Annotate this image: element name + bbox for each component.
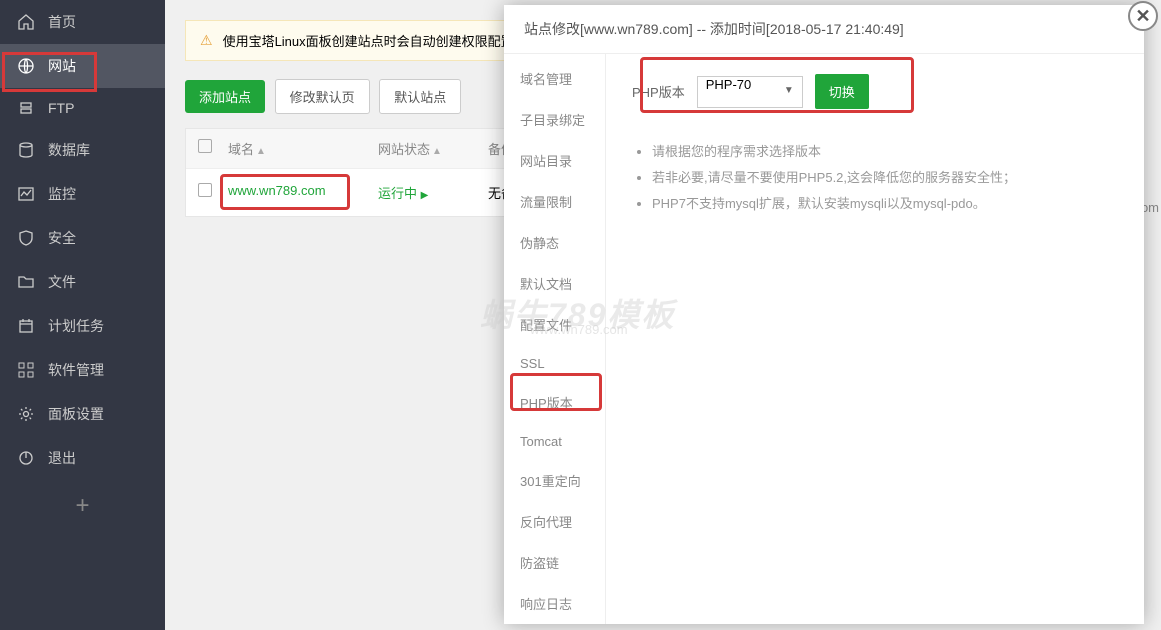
tab-traffic[interactable]: 流量限制 xyxy=(504,181,605,222)
domain-link[interactable]: www.wn789.com xyxy=(228,183,378,202)
header-domain[interactable]: 域名 xyxy=(228,142,254,157)
tab-ssl[interactable]: SSL xyxy=(504,345,605,382)
sort-icon: ▲ xyxy=(432,146,442,157)
folder-icon xyxy=(18,274,34,290)
ftp-icon xyxy=(18,100,34,116)
sidebar-item-label: 计划任务 xyxy=(48,316,104,336)
alert-text: 使用宝塔Linux面板创建站点时会自动创建权限配置 xyxy=(223,31,514,50)
sidebar: 首页 网站 FTP 数据库 监控 安全 文件 计划任务 软件管理 面板设置 退出… xyxy=(0,0,165,630)
sidebar-item-label: 安全 xyxy=(48,228,76,248)
tab-proxy[interactable]: 反向代理 xyxy=(504,501,605,542)
sidebar-item-website[interactable]: 网站 xyxy=(0,44,165,88)
grid-icon xyxy=(18,362,34,378)
sidebar-item-label: 退出 xyxy=(48,448,76,468)
monitor-icon xyxy=(18,186,34,202)
sidebar-item-database[interactable]: 数据库 xyxy=(0,128,165,172)
sidebar-item-files[interactable]: 文件 xyxy=(0,260,165,304)
gear-icon xyxy=(18,406,34,422)
tip-item: PHP7不支持mysql扩展，默认安装mysqli以及mysql-pdo。 xyxy=(652,191,1118,217)
tab-rewrite[interactable]: 伪静态 xyxy=(504,222,605,263)
tip-item: 若非必要,请尽量不要使用PHP5.2,这会降低您的服务器安全性； xyxy=(652,165,1118,191)
tab-log[interactable]: 响应日志 xyxy=(504,583,605,624)
select-all-checkbox[interactable] xyxy=(198,139,212,153)
tab-hotlink[interactable]: 防盗链 xyxy=(504,542,605,583)
php-version-select[interactable]: PHP-70 xyxy=(697,76,803,108)
modal-title: 站点修改[www.wn789.com] -- 添加时间[2018-05-17 2… xyxy=(504,5,1144,54)
sidebar-item-cron[interactable]: 计划任务 xyxy=(0,304,165,348)
sort-icon: ▲ xyxy=(256,146,266,157)
warning-icon: ⚠ xyxy=(200,32,213,49)
sidebar-item-ftp[interactable]: FTP xyxy=(0,88,165,128)
tips-list: 请根据您的程序需求选择版本 若非必要,请尽量不要使用PHP5.2,这会降低您的服… xyxy=(632,139,1118,217)
sidebar-item-logout[interactable]: 退出 xyxy=(0,436,165,480)
sidebar-item-home[interactable]: 首页 xyxy=(0,0,165,44)
site-edit-modal: ✕ 站点修改[www.wn789.com] -- 添加时间[2018-05-17… xyxy=(504,5,1144,624)
sidebar-item-label: 数据库 xyxy=(48,140,90,160)
shield-icon xyxy=(18,230,34,246)
home-icon xyxy=(18,14,34,30)
row-checkbox[interactable] xyxy=(198,183,212,197)
close-button[interactable]: ✕ xyxy=(1128,1,1158,31)
add-site-button[interactable]: 添加站点 xyxy=(185,80,265,113)
modal-tabs: 域名管理 子目录绑定 网站目录 流量限制 伪静态 默认文档 配置文件 SSL P… xyxy=(504,54,606,624)
sidebar-item-settings[interactable]: 面板设置 xyxy=(0,392,165,436)
default-site-button[interactable]: 默认站点 xyxy=(379,79,461,114)
sidebar-item-label: 监控 xyxy=(48,184,76,204)
tab-webdir[interactable]: 网站目录 xyxy=(504,140,605,181)
php-version-row: PHP版本 PHP-70 切换 xyxy=(632,74,1118,109)
modal-content: PHP版本 PHP-70 切换 请根据您的程序需求选择版本 若非必要,请尽量不要… xyxy=(606,54,1144,624)
tab-subdir[interactable]: 子目录绑定 xyxy=(504,99,605,140)
tab-domain[interactable]: 域名管理 xyxy=(504,58,605,99)
sidebar-item-monitor[interactable]: 监控 xyxy=(0,172,165,216)
switch-button[interactable]: 切换 xyxy=(815,74,869,109)
tab-php-version[interactable]: PHP版本 xyxy=(504,382,605,423)
play-icon[interactable]: ▶ xyxy=(421,190,429,201)
tip-item: 请根据您的程序需求选择版本 xyxy=(652,139,1118,165)
sidebar-item-security[interactable]: 安全 xyxy=(0,216,165,260)
modify-default-button[interactable]: 修改默认页 xyxy=(275,79,370,114)
calendar-icon xyxy=(18,318,34,334)
status-text: 运行中 xyxy=(378,186,417,201)
tab-tomcat[interactable]: Tomcat xyxy=(504,423,605,460)
sidebar-item-label: 网站 xyxy=(48,56,76,76)
sidebar-item-label: 软件管理 xyxy=(48,360,104,380)
sidebar-item-label: 文件 xyxy=(48,272,76,292)
power-icon xyxy=(18,450,34,466)
tab-301[interactable]: 301重定向 xyxy=(504,460,605,501)
php-version-label: PHP版本 xyxy=(632,82,685,101)
tab-config[interactable]: 配置文件 xyxy=(504,304,605,345)
globe-icon xyxy=(18,58,34,74)
sidebar-item-label: FTP xyxy=(48,100,74,116)
sidebar-item-label: 面板设置 xyxy=(48,404,104,424)
header-status[interactable]: 网站状态 xyxy=(378,142,430,157)
tab-default-doc[interactable]: 默认文档 xyxy=(504,263,605,304)
database-icon xyxy=(18,142,34,158)
sidebar-item-label: 首页 xyxy=(48,12,76,32)
sidebar-item-software[interactable]: 软件管理 xyxy=(0,348,165,392)
sidebar-add-button[interactable]: + xyxy=(0,480,165,532)
